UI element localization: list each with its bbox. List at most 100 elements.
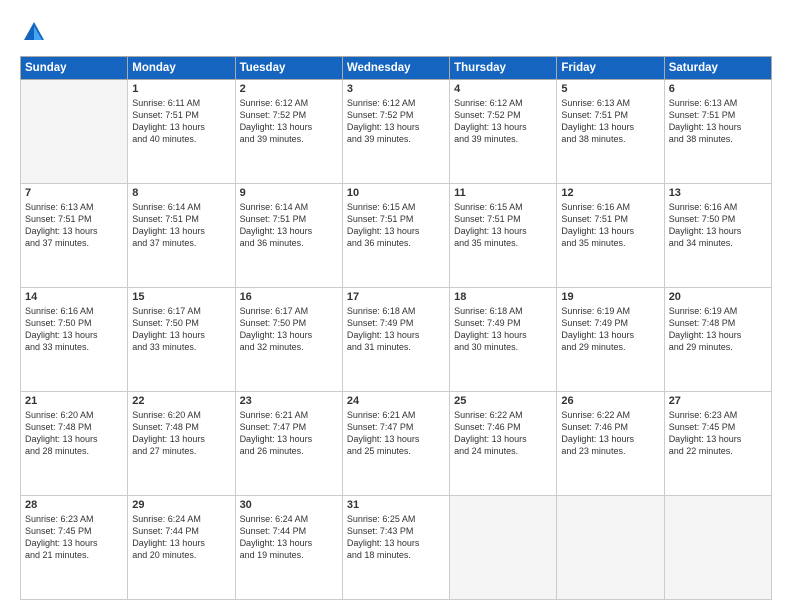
day-header-thursday: Thursday — [450, 57, 557, 80]
calendar-cell: 15 Sunrise: 6:17 AMSunset: 7:50 PMDayligh… — [128, 288, 235, 392]
cell-info: Sunrise: 6:24 AMSunset: 7:44 PMDaylight:… — [240, 513, 338, 562]
page: SundayMondayTuesdayWednesdayThursdayFrid… — [0, 0, 792, 612]
day-number: 7 — [25, 187, 123, 199]
calendar-cell — [21, 80, 128, 184]
cell-info: Sunrise: 6:21 AMSunset: 7:47 PMDaylight:… — [347, 409, 445, 458]
day-number: 29 — [132, 499, 230, 511]
day-number: 28 — [25, 499, 123, 511]
day-header-friday: Friday — [557, 57, 664, 80]
cell-info: Sunrise: 6:19 AMSunset: 7:49 PMDaylight:… — [561, 305, 659, 354]
cell-info: Sunrise: 6:13 AMSunset: 7:51 PMDaylight:… — [561, 97, 659, 146]
cell-info: Sunrise: 6:22 AMSunset: 7:46 PMDaylight:… — [454, 409, 552, 458]
calendar-cell: 25Sunrise: 6:22 AMSunset: 7:46 PMDayligh… — [450, 392, 557, 496]
cell-info: Sunrise: 6:20 AMSunset: 7:48 PMDaylight:… — [132, 409, 230, 458]
day-number: 19 — [561, 291, 659, 303]
logo-icon — [20, 18, 48, 46]
cell-info: Sunrise: 6:14 AMSunset: 7:51 PMDaylight:… — [132, 201, 230, 250]
cell-info: Sunrise: 6:12 AMSunset: 7:52 PMDaylight:… — [347, 97, 445, 146]
calendar-cell: 6 Sunrise: 6:13 AMSunset: 7:51 PMDaylight… — [664, 80, 771, 184]
header — [20, 18, 772, 46]
cell-info: Sunrise: 6:12 AMSunset: 7:52 PMDaylight:… — [454, 97, 552, 146]
day-number: 16 — [240, 291, 338, 303]
cell-info: Sunrise: 6:22 AMSunset: 7:46 PMDaylight:… — [561, 409, 659, 458]
calendar-cell — [557, 496, 664, 600]
day-number: 27 — [669, 395, 767, 407]
day-number: 1 — [132, 83, 230, 95]
calendar-cell: 19 Sunrise: 6:19 AMSunset: 7:49 PMDayligh… — [557, 288, 664, 392]
cell-info: Sunrise: 6:19 AMSunset: 7:48 PMDaylight:… — [669, 305, 767, 354]
calendar-week-2: 7 Sunrise: 6:13 AMSunset: 7:51 PMDaylight… — [21, 184, 772, 288]
calendar-cell — [450, 496, 557, 600]
day-number: 21 — [25, 395, 123, 407]
calendar-cell: 17 Sunrise: 6:18 AMSunset: 7:49 PMDayligh… — [342, 288, 449, 392]
cell-info: Sunrise: 6:18 AMSunset: 7:49 PMDaylight:… — [347, 305, 445, 354]
day-number: 15 — [132, 291, 230, 303]
day-header-tuesday: Tuesday — [235, 57, 342, 80]
day-number: 4 — [454, 83, 552, 95]
calendar-cell: 14 Sunrise: 6:16 AMSunset: 7:50 PMDayligh… — [21, 288, 128, 392]
cell-info: Sunrise: 6:21 AMSunset: 7:47 PMDaylight:… — [240, 409, 338, 458]
cell-info: Sunrise: 6:17 AMSunset: 7:50 PMDaylight:… — [240, 305, 338, 354]
cell-info: Sunrise: 6:23 AMSunset: 7:45 PMDaylight:… — [25, 513, 123, 562]
calendar-cell: 31 Sunrise: 6:25 AMSunset: 7:43 PMDayligh… — [342, 496, 449, 600]
day-number: 12 — [561, 187, 659, 199]
cell-info: Sunrise: 6:14 AMSunset: 7:51 PMDaylight:… — [240, 201, 338, 250]
calendar-table: SundayMondayTuesdayWednesdayThursdayFrid… — [20, 56, 772, 600]
calendar-cell: 24 Sunrise: 6:21 AMSunset: 7:47 PMDayligh… — [342, 392, 449, 496]
cell-info: Sunrise: 6:12 AMSunset: 7:52 PMDaylight:… — [240, 97, 338, 146]
cell-info: Sunrise: 6:23 AMSunset: 7:45 PMDaylight:… — [669, 409, 767, 458]
calendar-week-1: 1Sunrise: 6:11 AMSunset: 7:51 PMDaylight… — [21, 80, 772, 184]
day-header-sunday: Sunday — [21, 57, 128, 80]
calendar-cell: 3 Sunrise: 6:12 AMSunset: 7:52 PMDaylight… — [342, 80, 449, 184]
calendar-cell: 26 Sunrise: 6:22 AMSunset: 7:46 PMDayligh… — [557, 392, 664, 496]
day-number: 10 — [347, 187, 445, 199]
cell-info: Sunrise: 6:18 AMSunset: 7:49 PMDaylight:… — [454, 305, 552, 354]
calendar-cell: 18 Sunrise: 6:18 AMSunset: 7:49 PMDayligh… — [450, 288, 557, 392]
cell-info: Sunrise: 6:16 AMSunset: 7:50 PMDaylight:… — [25, 305, 123, 354]
day-number: 18 — [454, 291, 552, 303]
day-number: 13 — [669, 187, 767, 199]
calendar-cell: 4 Sunrise: 6:12 AMSunset: 7:52 PMDaylight… — [450, 80, 557, 184]
calendar-cell: 7 Sunrise: 6:13 AMSunset: 7:51 PMDaylight… — [21, 184, 128, 288]
calendar-cell: 27 Sunrise: 6:23 AMSunset: 7:45 PMDayligh… — [664, 392, 771, 496]
cell-info: Sunrise: 6:13 AMSunset: 7:51 PMDaylight:… — [25, 201, 123, 250]
cell-info: Sunrise: 6:16 AMSunset: 7:51 PMDaylight:… — [561, 201, 659, 250]
calendar-cell: 5 Sunrise: 6:13 AMSunset: 7:51 PMDaylight… — [557, 80, 664, 184]
logo — [20, 18, 52, 46]
calendar-cell: 1Sunrise: 6:11 AMSunset: 7:51 PMDaylight… — [128, 80, 235, 184]
calendar-cell: 11 Sunrise: 6:15 AMSunset: 7:51 PMDayligh… — [450, 184, 557, 288]
day-number: 6 — [669, 83, 767, 95]
day-number: 5 — [561, 83, 659, 95]
cell-info: Sunrise: 6:13 AMSunset: 7:51 PMDaylight:… — [669, 97, 767, 146]
calendar-week-4: 21 Sunrise: 6:20 AMSunset: 7:48 PMDayligh… — [21, 392, 772, 496]
calendar-cell: 2 Sunrise: 6:12 AMSunset: 7:52 PMDaylight… — [235, 80, 342, 184]
day-number: 31 — [347, 499, 445, 511]
day-header-monday: Monday — [128, 57, 235, 80]
day-number: 2 — [240, 83, 338, 95]
day-number: 17 — [347, 291, 445, 303]
calendar-cell: 28 Sunrise: 6:23 AMSunset: 7:45 PMDayligh… — [21, 496, 128, 600]
calendar-cell: 30Sunrise: 6:24 AMSunset: 7:44 PMDayligh… — [235, 496, 342, 600]
calendar-cell: 12 Sunrise: 6:16 AMSunset: 7:51 PMDayligh… — [557, 184, 664, 288]
calendar-cell: 16 Sunrise: 6:17 AMSunset: 7:50 PMDayligh… — [235, 288, 342, 392]
day-number: 8 — [132, 187, 230, 199]
calendar-header-row: SundayMondayTuesdayWednesdayThursdayFrid… — [21, 57, 772, 80]
cell-info: Sunrise: 6:15 AMSunset: 7:51 PMDaylight:… — [454, 201, 552, 250]
cell-info: Sunrise: 6:17 AMSunset: 7:50 PMDaylight:… — [132, 305, 230, 354]
cell-info: Sunrise: 6:16 AMSunset: 7:50 PMDaylight:… — [669, 201, 767, 250]
day-header-saturday: Saturday — [664, 57, 771, 80]
cell-info: Sunrise: 6:25 AMSunset: 7:43 PMDaylight:… — [347, 513, 445, 562]
day-number: 23 — [240, 395, 338, 407]
calendar-cell: 13 Sunrise: 6:16 AMSunset: 7:50 PMDayligh… — [664, 184, 771, 288]
calendar-cell — [664, 496, 771, 600]
calendar-cell: 29Sunrise: 6:24 AMSunset: 7:44 PMDayligh… — [128, 496, 235, 600]
calendar-cell: 10Sunrise: 6:15 AMSunset: 7:51 PMDayligh… — [342, 184, 449, 288]
day-number: 24 — [347, 395, 445, 407]
day-number: 26 — [561, 395, 659, 407]
day-number: 14 — [25, 291, 123, 303]
day-number: 3 — [347, 83, 445, 95]
calendar-week-3: 14 Sunrise: 6:16 AMSunset: 7:50 PMDayligh… — [21, 288, 772, 392]
day-number: 11 — [454, 187, 552, 199]
calendar-cell: 8 Sunrise: 6:14 AMSunset: 7:51 PMDaylight… — [128, 184, 235, 288]
calendar-cell: 20Sunrise: 6:19 AMSunset: 7:48 PMDayligh… — [664, 288, 771, 392]
